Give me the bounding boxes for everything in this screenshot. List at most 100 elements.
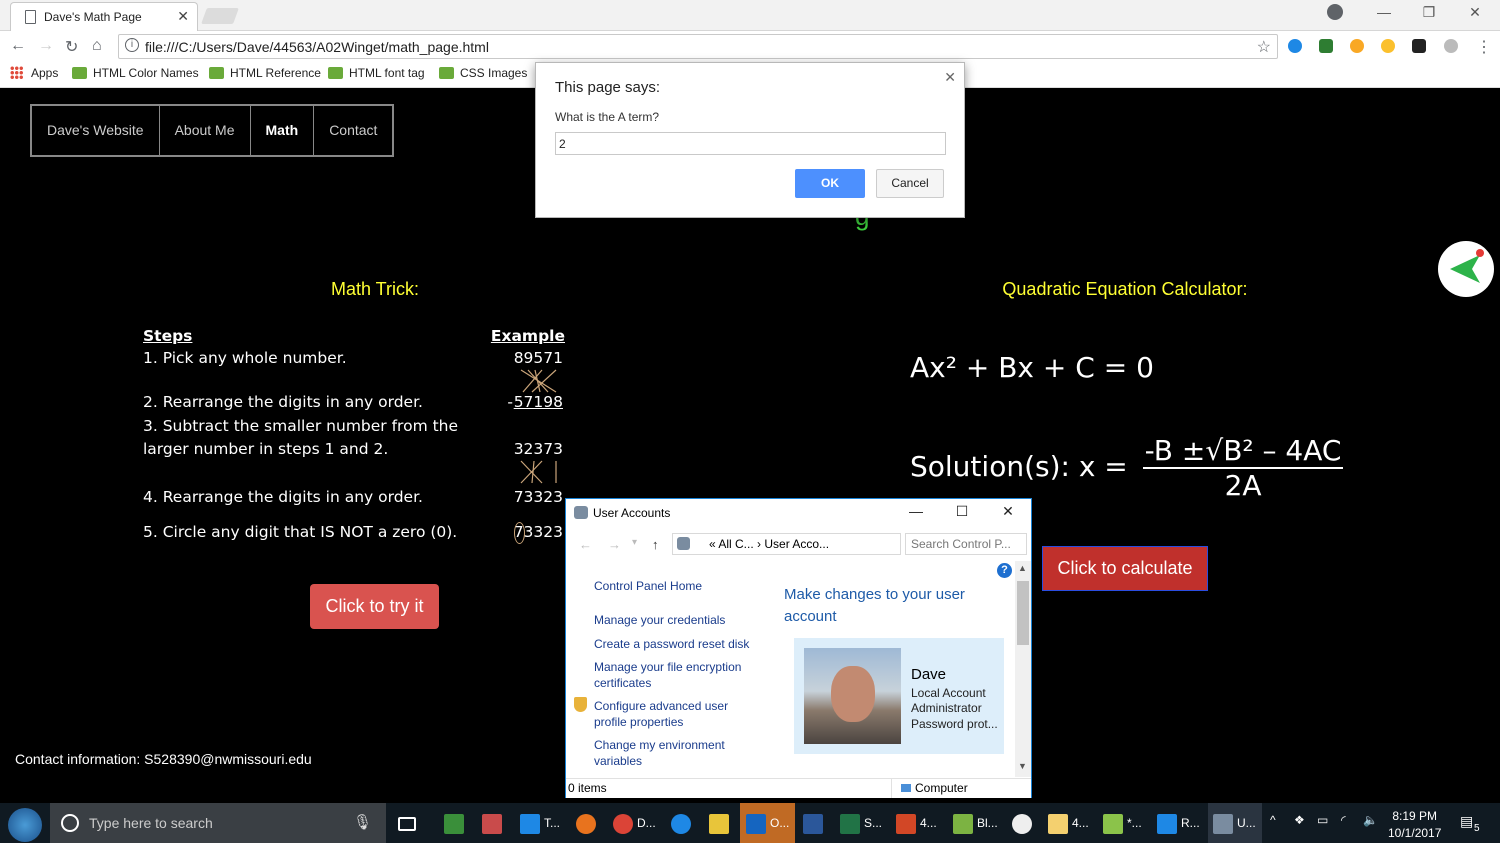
start-button[interactable] (8, 808, 42, 842)
taskbar-app-outlook[interactable]: O... (746, 809, 789, 837)
taskbar-app-firefox[interactable] (576, 809, 600, 837)
taskbar-app-word[interactable] (803, 809, 827, 837)
extension-icon[interactable] (1288, 39, 1302, 53)
bookmark-html-color-names[interactable]: HTML Color Names (72, 66, 199, 80)
taskbar-search[interactable]: Type here to search 🎙 (50, 803, 386, 843)
scrollbar[interactable]: ▲ ▼ (1015, 561, 1031, 777)
prompt-input[interactable]: 2 (555, 132, 946, 155)
breadcrumb[interactable]: « All C... › User Acco... (672, 533, 901, 555)
taskbar-app-excel[interactable]: S... (840, 809, 882, 837)
maximize-icon[interactable]: ☐ (947, 503, 977, 520)
bookmark-html-font-tag[interactable]: HTML font tag (328, 66, 425, 80)
back-icon[interactable]: ← (10, 37, 26, 55)
profile-icon[interactable] (1327, 4, 1343, 20)
menu-icon[interactable]: ⋮ (1476, 37, 1492, 57)
extension-icon[interactable] (1319, 39, 1333, 53)
explorer-address-row: ← → ▾ ↑ « All C... › User Acco... Search… (566, 528, 1031, 560)
restore-icon[interactable]: ❐ (1414, 4, 1444, 21)
extension-icon[interactable] (1350, 39, 1364, 53)
nav-about-me[interactable]: About Me (160, 106, 251, 155)
tab-title: Dave's Math Page (44, 10, 142, 24)
taskbar-app-edge[interactable]: T... (520, 809, 560, 837)
step-2: 2. Rearrange the digits in any order. (143, 393, 423, 411)
help-icon[interactable]: ? (997, 563, 1012, 578)
ok-button[interactable]: OK (795, 169, 865, 198)
calculate-button[interactable]: Click to calculate (1042, 546, 1208, 591)
forward-icon[interactable]: → (608, 537, 621, 552)
users-icon (574, 506, 588, 519)
address-bar[interactable]: i file:///C:/Users/Dave/44563/A02Winget/… (118, 34, 1278, 59)
manage-credentials-link[interactable]: Manage your credentials (594, 612, 725, 628)
example-header: Example (490, 327, 565, 345)
bookmark-html-reference[interactable]: HTML Reference (209, 66, 321, 80)
close-tab-icon[interactable]: ✕ (177, 8, 189, 25)
notifications-icon[interactable]: ▤ (1460, 813, 1473, 830)
tab-math-page[interactable]: Dave's Math Page ✕ (10, 2, 198, 31)
taskbar-app[interactable] (444, 809, 468, 837)
extension-icon[interactable] (1412, 39, 1426, 53)
wifi-icon[interactable]: ◜ (1341, 813, 1346, 827)
scroll-down-icon[interactable]: ▼ (1018, 761, 1027, 771)
taskbar-app[interactable]: Bl... (953, 809, 998, 837)
taskbar-app[interactable] (1012, 809, 1036, 837)
recent-locations-icon[interactable]: ▾ (632, 537, 637, 548)
taskbar-app[interactable] (482, 809, 506, 837)
dropbox-icon[interactable]: ❖ (1294, 813, 1305, 827)
file-encryption-link[interactable]: Manage your file encryption certificates (594, 659, 754, 691)
info-icon[interactable]: i (125, 38, 139, 52)
close-window-icon[interactable]: ✕ (993, 503, 1023, 520)
advanced-profile-link[interactable]: Configure advanced user profile properti… (594, 698, 744, 730)
taskbar-app-folder[interactable]: 4... (1048, 809, 1089, 837)
taskbar-app-ie[interactable] (671, 809, 695, 837)
digit-swap-lines (520, 369, 557, 393)
taskbar-app-explorer[interactable] (709, 809, 733, 837)
bookmark-apps[interactable]: Apps (10, 66, 58, 80)
environment-variables-link[interactable]: Change my environment variables (594, 737, 744, 769)
scroll-up-icon[interactable]: ▲ (1018, 563, 1027, 573)
bookmark-css-images[interactable]: CSS Images (439, 66, 527, 80)
new-tab-button[interactable] (201, 8, 239, 24)
clock[interactable]: 8:19 PM 10/1/2017 (1388, 808, 1441, 842)
up-icon[interactable]: ↑ (652, 537, 659, 552)
home-icon[interactable]: ⌂ (92, 37, 102, 55)
battery-icon[interactable]: ▭ (1317, 813, 1328, 827)
step-5: 5. Circle any digit that IS NOT a zero (… (143, 523, 458, 541)
taskbar-app-powerpoint[interactable]: 4... (896, 809, 937, 837)
taskbar-app-vscode[interactable]: R... (1157, 809, 1200, 837)
reload-icon[interactable]: ↻ (65, 37, 78, 57)
taskbar-app-user-accounts[interactable]: U... (1213, 809, 1256, 837)
taskbar-app-chrome[interactable]: D... (613, 809, 656, 837)
nav-contact[interactable]: Contact (314, 106, 392, 155)
floating-extension-button[interactable] (1438, 241, 1494, 297)
search-input[interactable]: Search Control P... (905, 533, 1027, 555)
close-window-icon[interactable]: ✕ (1460, 4, 1490, 21)
digit-swap-lines (520, 460, 557, 484)
try-it-button[interactable]: Click to try it (310, 584, 439, 629)
microphone-icon[interactable]: 🎙 (353, 813, 372, 831)
extension-icon[interactable] (1381, 39, 1395, 53)
nav-daves-website[interactable]: Dave's Website (32, 106, 160, 155)
clock-time: 8:19 PM (1392, 809, 1438, 823)
chevron-up-icon[interactable]: ^ (1270, 813, 1276, 827)
volume-icon[interactable]: 🔈 (1363, 813, 1378, 827)
scrollbar-thumb[interactable] (1017, 581, 1029, 645)
task-view-icon[interactable] (398, 809, 420, 837)
status-location: Computer (915, 781, 968, 795)
minimize-icon[interactable]: — (901, 503, 931, 519)
apps-icon (10, 66, 23, 79)
avatar-face (831, 666, 875, 722)
cancel-button[interactable]: Cancel (876, 169, 944, 198)
extension-icon[interactable] (1444, 39, 1458, 53)
bookmark-star-icon[interactable]: ☆ (1257, 37, 1271, 57)
taskbar-app-notepad[interactable]: *... (1103, 809, 1142, 837)
page-icon (25, 10, 36, 24)
window-title-bar[interactable]: User Accounts — ☐ ✕ (566, 499, 1031, 528)
close-icon[interactable]: ✕ (944, 69, 956, 86)
nav-math[interactable]: Math (251, 106, 315, 155)
back-icon[interactable]: ← (579, 537, 592, 552)
forward-icon[interactable]: → (38, 37, 54, 55)
browser-toolbar: ← → ↻ ⌂ i file:///C:/Users/Dave/44563/A0… (0, 31, 1500, 61)
control-panel-home-link[interactable]: Control Panel Home (594, 578, 702, 594)
minimize-icon[interactable]: — (1369, 4, 1399, 20)
password-reset-disk-link[interactable]: Create a password reset disk (594, 636, 749, 652)
